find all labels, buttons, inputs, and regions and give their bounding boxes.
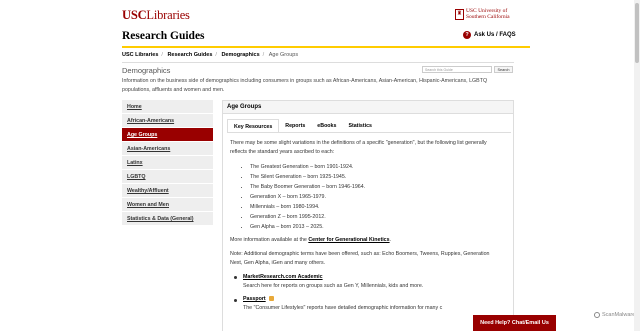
sidebar-item-women-men[interactable]: Women and Men bbox=[122, 198, 213, 212]
crumb-usc-libraries[interactable]: USC Libraries bbox=[122, 52, 158, 58]
watermark-icon bbox=[594, 312, 600, 318]
usc-seal[interactable]: ♜ USC University of Southern California bbox=[455, 8, 510, 20]
crumb-research-guides[interactable]: Research Guides bbox=[167, 52, 212, 58]
list-item: The Baby Boomer Generation – born 1946-1… bbox=[250, 182, 502, 192]
guide-search: Search this Guide Search bbox=[422, 66, 513, 73]
guide-title: Demographics bbox=[122, 66, 171, 75]
generation-list: The Greatest Generation – born 1901-1924… bbox=[250, 162, 502, 232]
list-item: Generation X – born 1965-1979. bbox=[250, 192, 502, 202]
guide-description: Information on the business side of demo… bbox=[122, 78, 488, 93]
note-text: Note: Additional demographic terms have … bbox=[230, 251, 490, 266]
center-link[interactable]: Center for Generational Kinetics bbox=[308, 237, 389, 243]
scrollbar[interactable] bbox=[634, 0, 640, 331]
sidebar-item-lgbtq[interactable]: LGBTQ bbox=[122, 170, 213, 184]
resource-desc: The "Consumer Lifestyles" reports have d… bbox=[243, 305, 443, 311]
gold-divider bbox=[122, 46, 530, 48]
tab-reports[interactable]: Reports bbox=[279, 119, 311, 133]
tab-panel: There may be some slight variations in t… bbox=[230, 139, 502, 317]
resource-link-passport[interactable]: Passport bbox=[243, 296, 266, 302]
tab-statistics[interactable]: Statistics bbox=[342, 119, 378, 133]
list-item: The Greatest Generation – born 1901-1924… bbox=[250, 162, 502, 172]
resource-item: Passport The "Consumer Lifestyles" repor… bbox=[243, 295, 502, 313]
list-item: Generation Z – born 1995-2012. bbox=[250, 212, 502, 222]
resource-link-marketresearch[interactable]: MarketResearch.com Academic bbox=[234, 273, 502, 282]
tab-divider bbox=[227, 132, 511, 133]
intro-text: There may be some slight variations in t… bbox=[230, 140, 487, 155]
sidebar-item-asian-americans[interactable]: Asian-Americans bbox=[122, 142, 213, 156]
sidebar-item-latinx[interactable]: Latinx bbox=[122, 156, 213, 170]
search-input[interactable]: Search this Guide bbox=[422, 66, 492, 73]
more-info: More information available at the Center… bbox=[230, 237, 392, 243]
list-item: Gen Alpha – born 2013 – 2025. bbox=[250, 222, 502, 232]
header: USCLibraries ♜ USC University of Southern… bbox=[0, 0, 640, 47]
question-icon: ? bbox=[463, 31, 471, 39]
tab-bar: Key Resources Reports eBooks Statistics bbox=[227, 119, 378, 133]
divider bbox=[122, 62, 514, 63]
site-title[interactable]: Research Guides bbox=[122, 30, 205, 42]
sidebar-item-african-americans[interactable]: African-Americans bbox=[122, 114, 213, 128]
list-item: Millennials – born 1980-1994. bbox=[250, 202, 502, 212]
resource-desc: Search here for reports on groups such a… bbox=[243, 283, 424, 289]
sidebar-item-statistics[interactable]: Statistics & Data (General) bbox=[122, 212, 213, 226]
resource-item: MarketResearch.com Academic Search here … bbox=[234, 273, 502, 291]
list-item: The Silent Generation – born 1925-1945. bbox=[250, 172, 502, 182]
sidebar-nav: Home African-Americans Age Groups Asian-… bbox=[122, 100, 213, 226]
tab-ebooks[interactable]: eBooks bbox=[311, 119, 342, 133]
usc-libraries-logo[interactable]: USCLibraries bbox=[122, 8, 190, 23]
sidebar-item-home[interactable]: Home bbox=[122, 100, 213, 114]
sidebar-item-age-groups[interactable]: Age Groups bbox=[122, 128, 213, 142]
breadcrumb: USC Libraries / Research Guides / Demograp… bbox=[122, 52, 299, 58]
scrollbar-thumb[interactable] bbox=[635, 3, 639, 63]
crumb-demographics[interactable]: Demographics bbox=[221, 52, 259, 58]
content-box: Age Groups Key Resources Reports eBooks … bbox=[222, 100, 514, 331]
lock-icon bbox=[268, 296, 274, 302]
crumb-age-groups: Age Groups bbox=[268, 52, 299, 58]
help-chat-button[interactable]: Need Help? Chat/Email Us bbox=[473, 315, 556, 331]
tab-key-resources[interactable]: Key Resources bbox=[227, 119, 280, 133]
search-button[interactable]: Search bbox=[494, 66, 513, 73]
seal-icon: ♜ bbox=[455, 8, 464, 20]
box-heading: Age Groups bbox=[223, 101, 513, 114]
sidebar-item-wealthy[interactable]: Wealthy/Affluent bbox=[122, 184, 213, 198]
askus-link[interactable]: ? Ask Us / FAQS bbox=[463, 31, 516, 39]
seal-line-2: Southern California bbox=[466, 14, 510, 20]
watermark: ScanMalware bbox=[594, 312, 635, 318]
